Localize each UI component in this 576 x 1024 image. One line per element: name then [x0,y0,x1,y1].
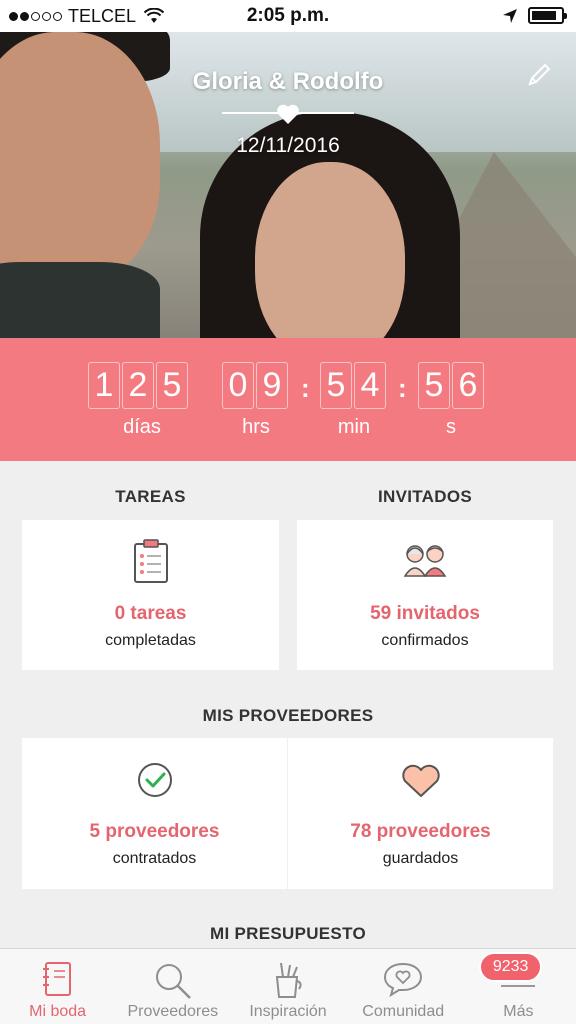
signal-strength-icon [9,11,62,21]
carrier-name: TELCEL [68,5,137,26]
checkmark-circle-icon [137,763,172,797]
guests-section-title: INVITADOS [377,487,472,506]
notebook-icon [42,962,71,996]
countdown-days: 1 2 5 [88,362,188,409]
tab-label: Proveedores [127,1003,219,1020]
countdown-hours: 0 9 [222,362,288,409]
heart-outline-icon [401,764,440,797]
countdown-separator: : [301,373,310,403]
chat-heart-icon [384,962,423,997]
paint-cup-icon [275,962,302,998]
wedding-countdown: 1 2 5 0 9 : 5 4 : 5 6 días hrs min s [0,338,576,461]
search-icon [155,964,191,999]
seconds-digit: 5 [418,362,450,409]
seconds-label: s [446,416,456,438]
tab-label: Más [503,1003,534,1020]
menu-icon [501,985,536,987]
tab-label: Inspiración [249,1003,327,1020]
minutes-digit: 5 [320,362,352,409]
hired-vendors-card[interactable]: 5 proveedores contratados [22,738,287,889]
hired-vendors-count: 5 proveedores [89,821,220,842]
guests-card[interactable]: 59 invitados confirmados [297,520,553,670]
notification-badge: 9233 [478,952,543,982]
guests-count: 59 invitados [370,603,480,624]
countdown-minutes: 5 4 [320,362,386,409]
days-digit: 2 [122,362,154,409]
days-digit: 1 [88,362,120,409]
seconds-digit: 6 [452,362,484,409]
wifi-icon [144,8,165,23]
countdown-separator: : [398,373,407,403]
heart-icon [277,104,299,124]
tab-label: Comunidad [362,1003,445,1020]
tab-mi-boda[interactable]: Mi boda [0,949,115,1024]
countdown-seconds: 5 6 [418,362,484,409]
hours-label: hrs [242,416,270,438]
clipboard-icon [133,539,168,583]
vendors-section-title: MIS PROVEEDORES [202,706,374,725]
hours-digit: 9 [256,362,288,409]
couple-name: Gloria & Rodolfo [192,68,384,95]
hired-vendors-subtitle: contratados [112,850,197,867]
tab-mas[interactable]: 9233 Más [461,949,576,1024]
tasks-section-title: TAREAS [115,487,186,506]
location-arrow-icon [503,8,517,23]
photo-woman [200,92,460,338]
saved-vendors-subtitle: guardados [382,850,459,867]
days-label: días [123,416,161,438]
status-bar: TELCEL 2:05 p.m. [0,0,576,32]
tab-label: Mi boda [29,1003,87,1020]
tab-inspiracion[interactable]: Inspiración [230,949,345,1024]
bottom-tab-bar: Mi boda Proveedores Inspiración Comunida… [0,948,576,1024]
tab-proveedores[interactable]: Proveedores [115,949,230,1024]
days-digit: 5 [156,362,188,409]
tab-comunidad[interactable]: Comunidad [346,949,461,1024]
edit-pencil-icon[interactable] [524,60,554,90]
guests-couple-icon [403,545,447,577]
battery-icon [528,7,567,24]
budget-section-title: MI PRESUPUESTO [210,924,366,943]
saved-vendors-count: 78 proveedores [350,821,491,842]
wedding-date: 12/11/2016 [236,134,340,157]
tasks-count: 0 tareas [114,603,187,624]
hours-digit: 0 [222,362,254,409]
minutes-digit: 4 [354,362,386,409]
minutes-label: min [337,416,371,438]
tasks-card[interactable]: 0 tareas completadas [22,520,279,670]
guests-subtitle: confirmados [381,632,469,649]
saved-vendors-card[interactable]: 78 proveedores guardados [288,738,553,889]
couple-photo-header: Gloria & Rodolfo 12/11/2016 [0,32,576,338]
tasks-subtitle: completadas [105,632,196,649]
